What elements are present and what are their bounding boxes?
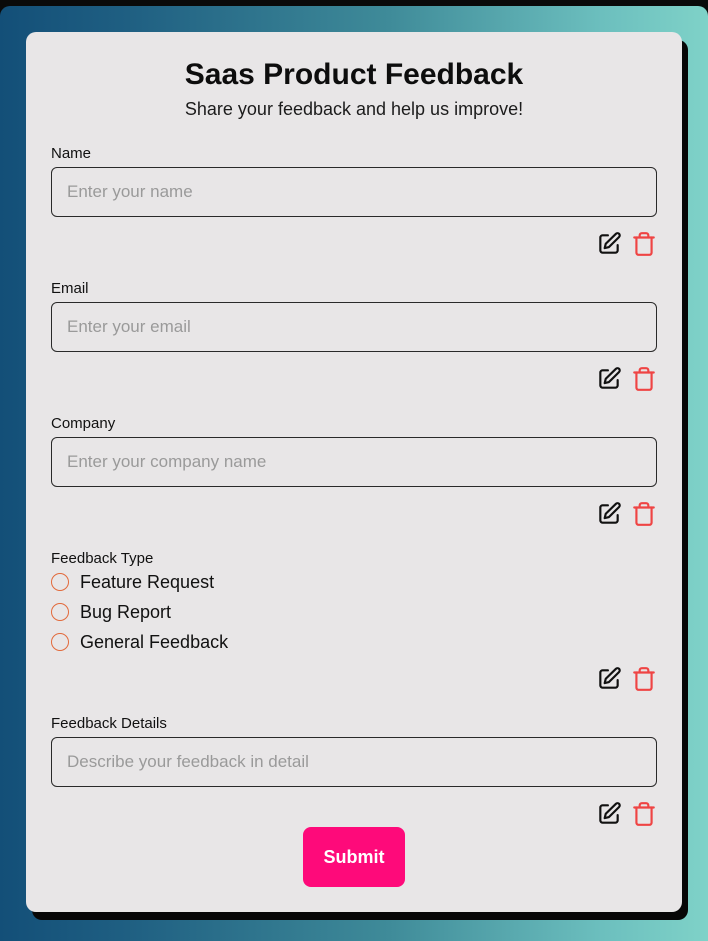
company-label: Company [51, 415, 116, 432]
trash-icon[interactable] [631, 501, 657, 527]
feedback-details-label: Feedback Details [51, 715, 167, 732]
radio-label: Feature Request [80, 571, 215, 592]
edit-icon[interactable] [596, 231, 622, 257]
name-input[interactable] [51, 167, 657, 217]
trash-icon[interactable] [631, 231, 657, 257]
company-input[interactable] [51, 437, 657, 487]
form-subtitle: Share your feedback and help us improve! [184, 99, 524, 119]
feedback-details-input[interactable] [51, 737, 657, 787]
radio-bug-report[interactable]: Bug Report [51, 601, 171, 623]
company-actions [596, 501, 658, 527]
edit-icon[interactable] [596, 501, 622, 527]
radio-button[interactable] [51, 573, 69, 591]
trash-icon[interactable] [631, 366, 657, 392]
email-actions [596, 366, 658, 392]
radio-label: General Feedback [80, 631, 229, 652]
email-input[interactable] [51, 302, 657, 352]
feedback-type-label: Feedback Type [51, 550, 154, 567]
submit-button[interactable]: Submit [303, 827, 405, 887]
radio-feature-request[interactable]: Feature Request [51, 571, 214, 593]
radio-button[interactable] [51, 633, 69, 651]
name-label: Name [51, 145, 92, 162]
radio-button[interactable] [51, 603, 69, 621]
trash-icon[interactable] [631, 666, 657, 692]
feedback-form-card: Saas Product Feedback Share your feedbac… [26, 32, 682, 912]
edit-icon[interactable] [596, 801, 622, 827]
radio-label: Bug Report [80, 601, 172, 622]
radio-general-feedback[interactable]: General Feedback [51, 631, 228, 653]
edit-icon[interactable] [596, 366, 622, 392]
edit-icon[interactable] [596, 666, 622, 692]
name-actions [596, 231, 658, 257]
trash-icon[interactable] [631, 801, 657, 827]
feedback-details-actions [596, 801, 658, 827]
email-label: Email [51, 280, 89, 297]
feedback-type-actions [596, 666, 658, 692]
form-title: Saas Product Feedback [184, 58, 524, 91]
